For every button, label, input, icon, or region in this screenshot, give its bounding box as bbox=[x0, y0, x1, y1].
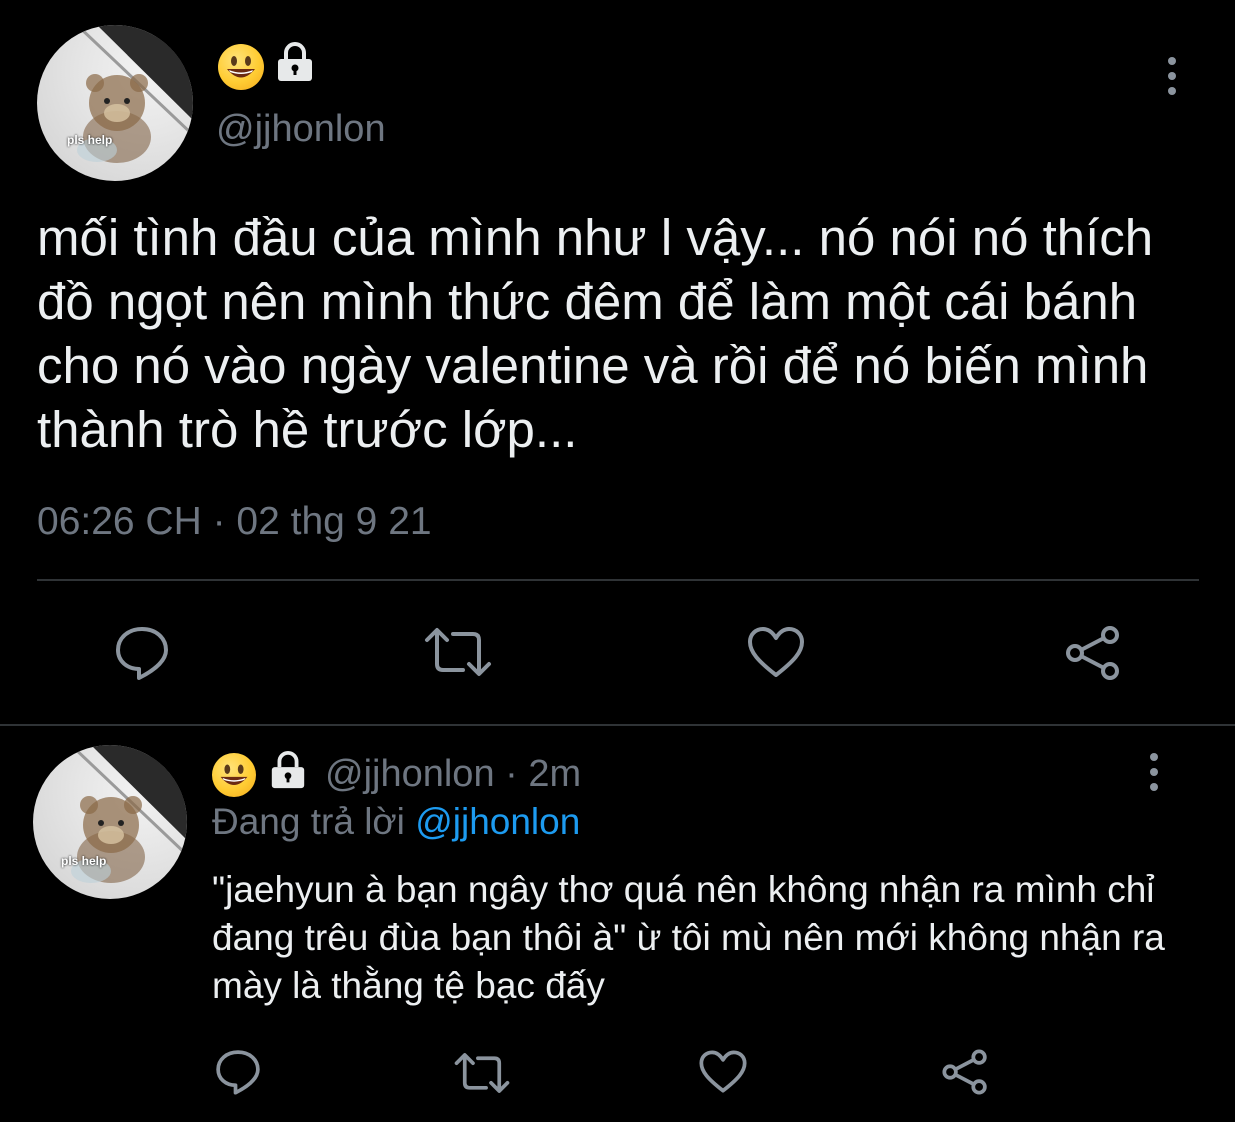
retweet-icon[interactable] bbox=[453, 1050, 511, 1096]
separator-dot: · bbox=[494, 753, 529, 795]
tweet-text: mối tình đầu của mình như l vậy... nó nó… bbox=[37, 209, 1154, 458]
avatar[interactable]: pls help bbox=[37, 25, 193, 181]
lock-icon bbox=[271, 750, 305, 789]
share-icon[interactable] bbox=[940, 1048, 990, 1096]
avatar-image bbox=[33, 745, 187, 883]
replying-mention-link[interactable]: @jjhonlon bbox=[415, 801, 580, 842]
avatar-caption: pls help bbox=[67, 133, 113, 147]
divider bbox=[37, 579, 1199, 581]
smiley-emoji-icon bbox=[218, 44, 264, 90]
avatar[interactable]: pls help bbox=[33, 745, 187, 899]
reply-time[interactable]: 2m bbox=[528, 753, 581, 795]
tweet-thread: pls help @jjhonlon mối tình đầu của mình… bbox=[0, 0, 1235, 1122]
share-icon[interactable] bbox=[1063, 624, 1123, 682]
like-icon[interactable] bbox=[746, 625, 806, 679]
retweet-icon[interactable] bbox=[423, 624, 493, 680]
reply-icon[interactable] bbox=[113, 624, 171, 682]
tweet-timestamp[interactable]: 06:26 CH · 02 thg 9 21 bbox=[37, 500, 432, 544]
lock-icon bbox=[278, 42, 312, 81]
avatar-caption: pls help bbox=[61, 854, 107, 868]
more-options-icon[interactable] bbox=[1146, 752, 1162, 792]
like-icon[interactable] bbox=[698, 1049, 748, 1094]
reply-text: "jaehyun à bạn ngây thơ quá nên không nh… bbox=[212, 869, 1165, 1006]
reply-meta: @jjhonlon · 2m bbox=[325, 753, 581, 796]
replying-prefix: Đang trả lời bbox=[212, 801, 416, 842]
user-handle[interactable]: @jjhonlon bbox=[325, 753, 495, 795]
replying-to: Đang trả lời @jjhonlon bbox=[212, 801, 580, 843]
avatar-image bbox=[37, 25, 193, 163]
reply-icon[interactable] bbox=[214, 1048, 262, 1096]
user-handle[interactable]: @jjhonlon bbox=[216, 110, 386, 148]
smiley-emoji-icon bbox=[212, 753, 256, 797]
more-options-icon[interactable] bbox=[1164, 56, 1180, 96]
divider bbox=[0, 724, 1235, 726]
